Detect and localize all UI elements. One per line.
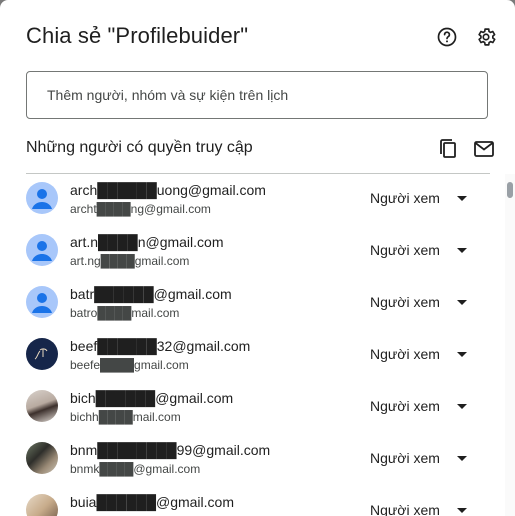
avatar <box>26 442 58 474</box>
person-sub-email: bichh████mail.com <box>70 410 181 424</box>
role-label: Người xem <box>370 190 440 206</box>
person-email: bnm████████99@gmail.com <box>70 442 271 458</box>
list-item: art.n████n@gmail.com art.ng████gmail.com… <box>0 226 505 278</box>
person-email: batr██████@gmail.com <box>70 286 232 302</box>
avatar <box>26 390 58 422</box>
list-scrollbar[interactable] <box>505 174 515 516</box>
role-dropdown[interactable]: Người xem <box>370 294 467 310</box>
scrollbar-thumb[interactable] <box>507 182 513 198</box>
access-section-title: Những người có quyền truy cập <box>26 139 253 156</box>
caret-down-icon <box>456 455 467 461</box>
list-item: beef██████32@gmail.com beefe████gmail.co… <box>0 330 505 382</box>
list-item: bich██████@gmail.com bichh████mail.com N… <box>0 382 505 434</box>
help-icon[interactable] <box>435 25 459 49</box>
default-avatar-icon <box>26 234 58 266</box>
role-label: Người xem <box>370 450 440 466</box>
person-email: art.n████n@gmail.com <box>70 234 224 250</box>
person-email: arch██████uong@gmail.com <box>70 182 266 198</box>
gear-icon[interactable] <box>474 25 498 49</box>
role-dropdown[interactable]: Người xem <box>370 502 467 516</box>
list-item: bnm████████99@gmail.com bnmk████@gmail.c… <box>0 434 505 486</box>
mail-icon[interactable] <box>472 137 496 161</box>
list-item: batr██████@gmail.com batro████mail.com N… <box>0 278 505 330</box>
person-email: beef██████32@gmail.com <box>70 338 251 354</box>
person-sub-email: archt████ng@gmail.com <box>70 202 211 216</box>
role-label: Người xem <box>370 294 440 310</box>
share-dialog: Chia sẻ "Profilebuider" Những người có q… <box>0 0 515 516</box>
role-dropdown[interactable]: Người xem <box>370 242 467 258</box>
avatar <box>26 338 58 370</box>
role-dropdown[interactable]: Người xem <box>370 190 467 206</box>
role-label: Người xem <box>370 242 440 258</box>
caret-down-icon <box>456 351 467 357</box>
person-email: bich██████@gmail.com <box>70 390 234 406</box>
person-sub-email: batro████mail.com <box>70 306 180 320</box>
role-dropdown[interactable]: Người xem <box>370 398 467 414</box>
people-list: arch██████uong@gmail.com archt████ng@gma… <box>0 174 505 516</box>
role-dropdown[interactable]: Người xem <box>370 346 467 362</box>
caret-down-icon <box>456 507 467 513</box>
role-label: Người xem <box>370 502 440 516</box>
copy-icon[interactable] <box>436 137 460 161</box>
person-email: buia██████@gmail.com <box>70 494 234 510</box>
role-label: Người xem <box>370 398 440 414</box>
person-sub-email: bnmk████@gmail.com <box>70 462 201 476</box>
list-item: buia██████@gmail.com Người xem <box>0 486 505 516</box>
avatar <box>26 494 58 516</box>
person-sub-email: beefe████gmail.com <box>70 358 189 372</box>
person-sub-email: art.ng████gmail.com <box>70 254 190 268</box>
dialog-title: Chia sẻ "Profilebuider" <box>26 23 249 48</box>
list-item: arch██████uong@gmail.com archt████ng@gma… <box>0 174 505 226</box>
default-avatar-icon <box>26 286 58 318</box>
caret-down-icon <box>456 299 467 305</box>
default-avatar-icon <box>26 182 58 214</box>
caret-down-icon <box>456 195 467 201</box>
role-label: Người xem <box>370 346 440 362</box>
caret-down-icon <box>456 247 467 253</box>
caret-down-icon <box>456 403 467 409</box>
role-dropdown[interactable]: Người xem <box>370 450 467 466</box>
add-people-input[interactable] <box>26 71 488 119</box>
